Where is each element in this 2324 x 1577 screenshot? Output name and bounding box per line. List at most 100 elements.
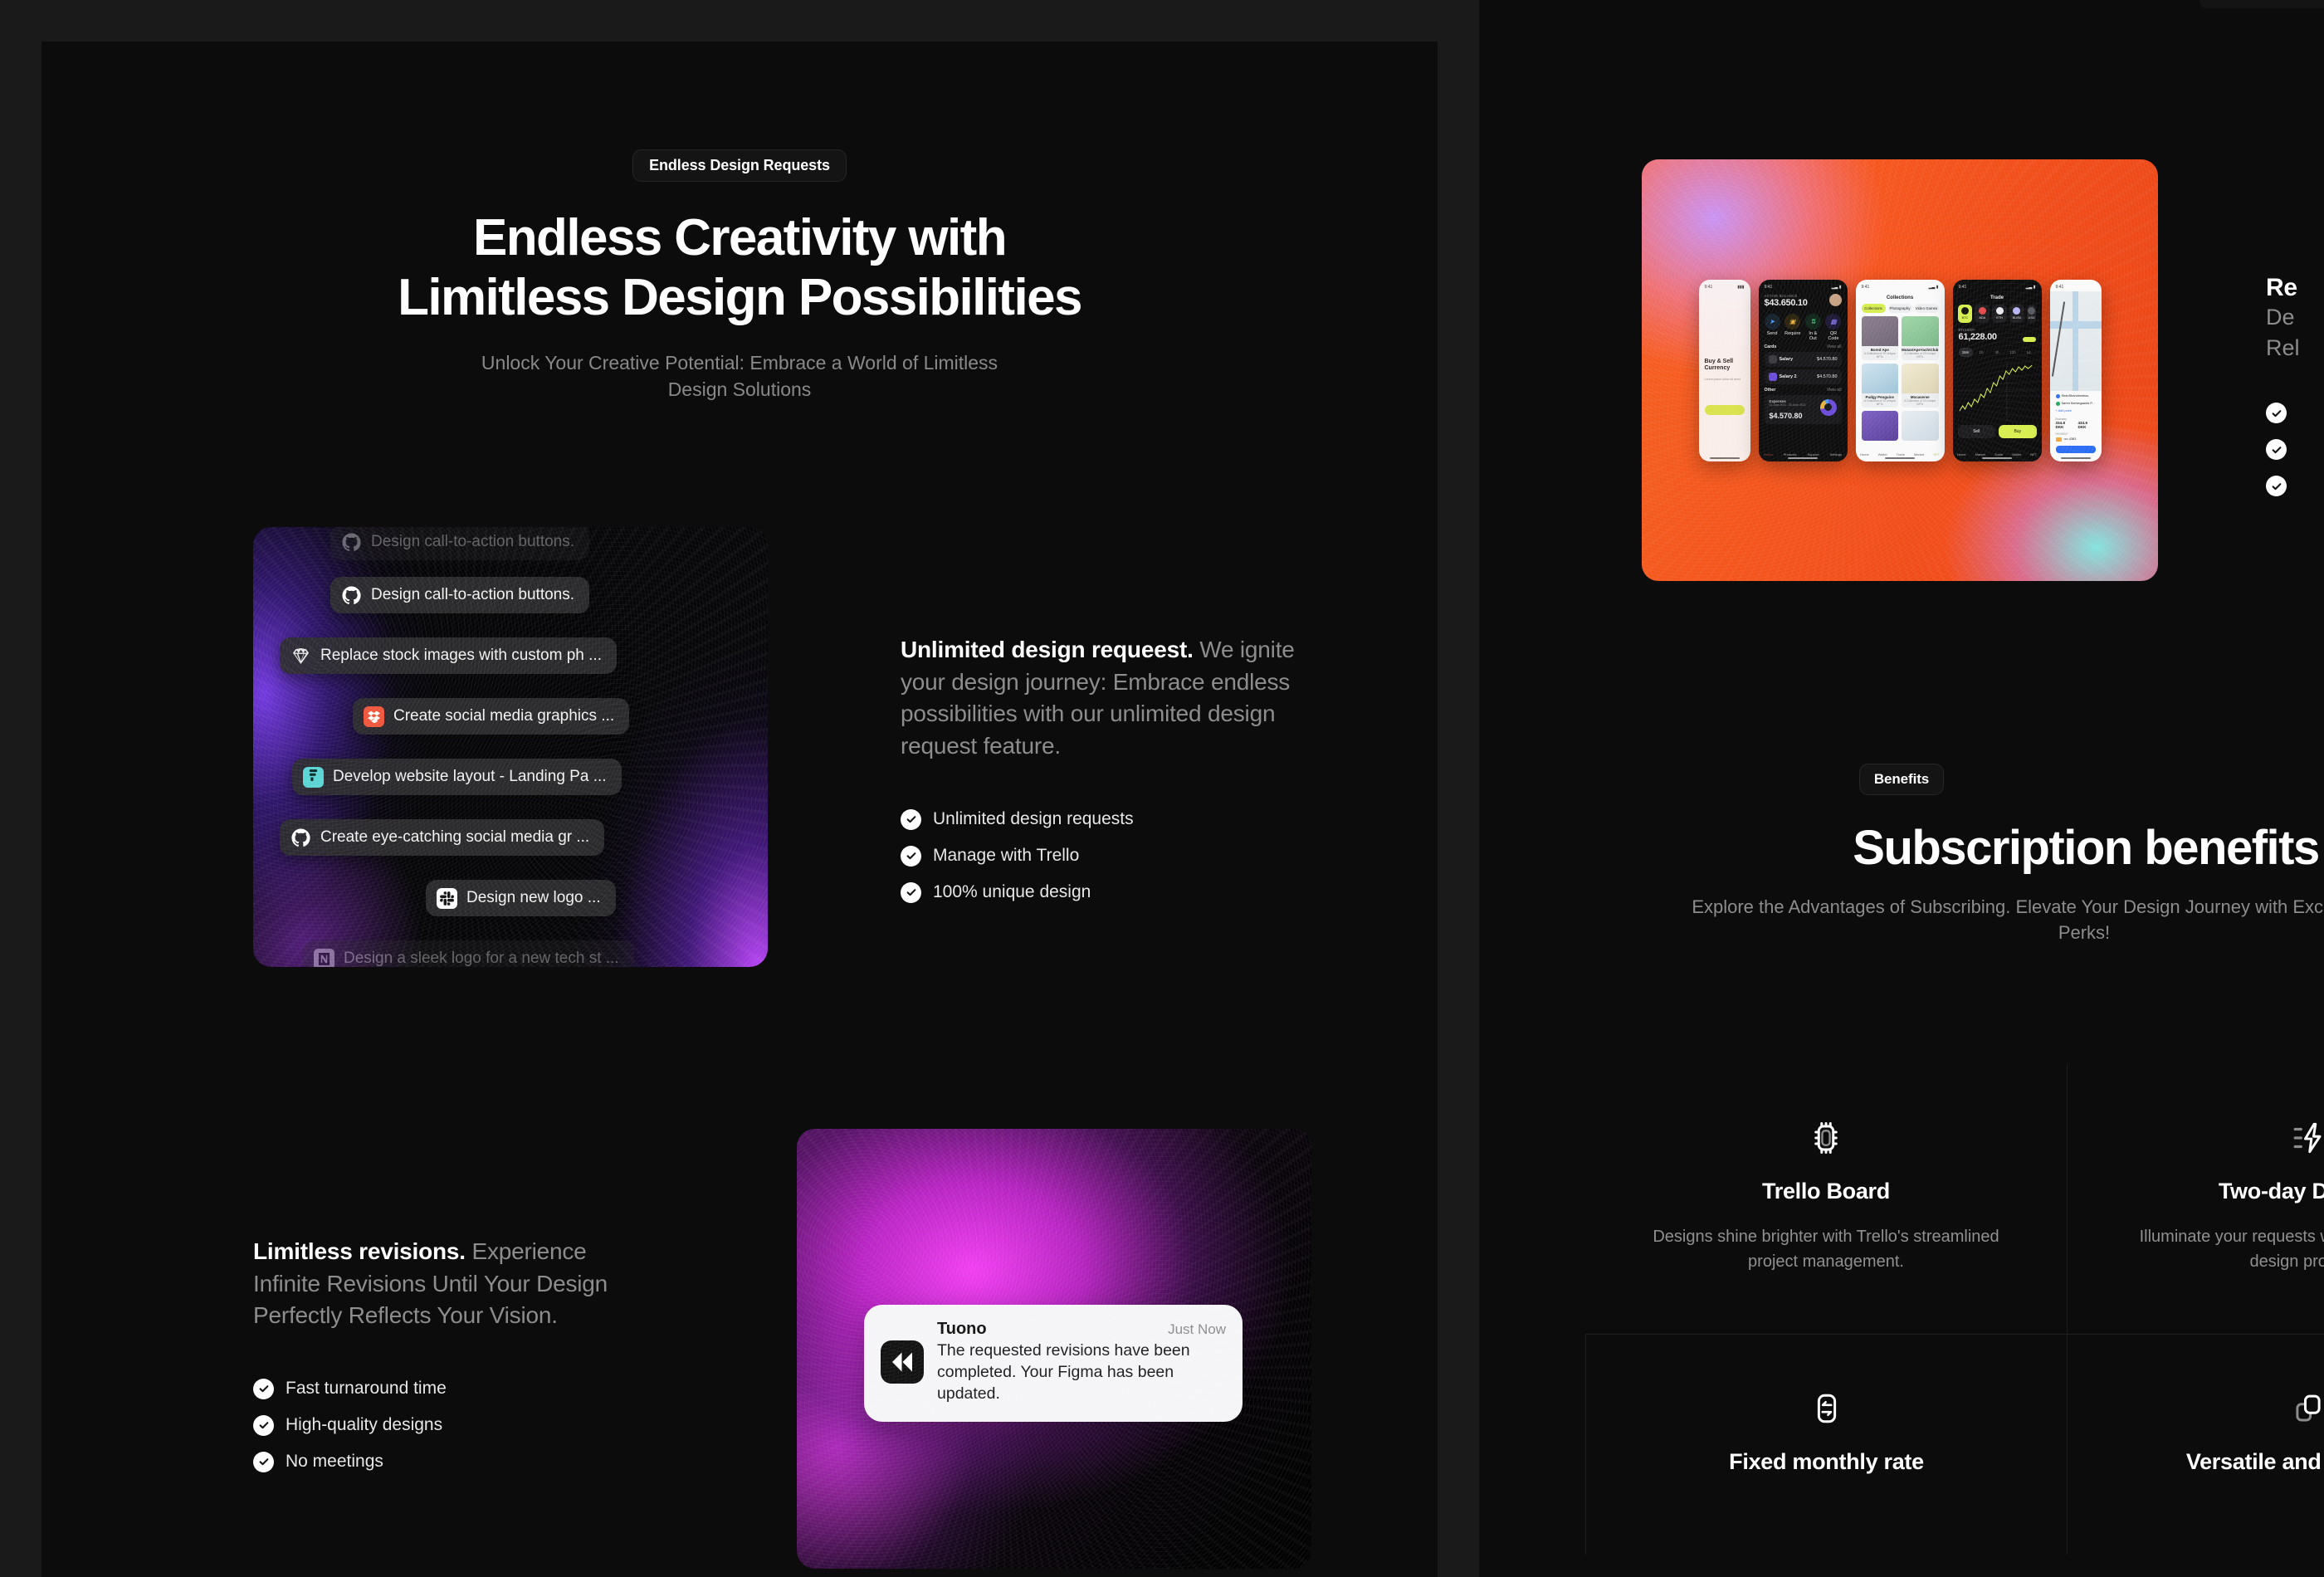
nav-item[interactable]: Home xyxy=(1764,452,1773,456)
range-4h[interactable]: 4h xyxy=(1990,348,2004,357)
nft-card[interactable]: Mocaverse A Collection of 20 Unique NFTs xyxy=(1902,363,1939,408)
benefit-card-trello-board[interactable]: Trello Board Designs shine brighter with… xyxy=(1585,1064,2067,1334)
task-chip-label: Create social media graphics ... xyxy=(393,707,615,725)
list-item: No meetings xyxy=(253,1451,643,1472)
list-item: Unlimited design requests xyxy=(901,808,1332,830)
phone-cta-button[interactable] xyxy=(1704,405,1745,415)
phone-currency: 9:41 ▮▮▮ Buy & Sell Currency Lorem ipsum d… xyxy=(1698,279,1750,461)
nav-item[interactable]: Products xyxy=(1784,452,1797,456)
sell-button[interactable]: Sell xyxy=(1957,424,1995,438)
add-point-button[interactable]: + Add point xyxy=(2056,409,2096,413)
map-point[interactable]: Søren Kierkegaards P... xyxy=(2055,401,2096,406)
feature-one-text: Unlimited design requeest. We ignite you… xyxy=(901,634,1332,903)
map-point[interactable]: StranStrandricebus, xyxy=(2055,393,2096,398)
fare-label: Economy xyxy=(2055,417,2067,421)
benefit-title: Two-day Delivery xyxy=(2218,1179,2324,1204)
coin-ada[interactable]: ADA xyxy=(1975,304,1990,323)
phone-home-indicator xyxy=(1885,457,1915,459)
task-chip[interactable]: Develop website layout - Landing Pa ... xyxy=(292,759,622,795)
cards-label: Cards xyxy=(1764,344,1777,349)
github-icon xyxy=(341,532,362,553)
task-chip[interactable]: Replace stock images with custom ph ... xyxy=(280,637,617,674)
nav-item[interactable]: NFT xyxy=(2030,452,2037,456)
nav-item[interactable]: Home xyxy=(1957,452,1966,456)
left-panel: Endless Design Requests Endless Creativi… xyxy=(42,42,1438,1577)
action-label: QR Code xyxy=(1828,330,1839,341)
nav-item[interactable]: NFT xyxy=(1933,452,1940,456)
action-qr[interactable]: ▦ QR Code xyxy=(1825,313,1842,341)
nav-item[interactable]: Support xyxy=(1808,452,1819,456)
check-circle-icon xyxy=(901,808,921,830)
view-all-link[interactable]: View all xyxy=(1827,344,1842,349)
benefits-badge[interactable]: Benefits xyxy=(1858,764,1945,795)
coin-usd[interactable]: USD xyxy=(2026,304,2037,323)
coin-busd[interactable]: BUSD xyxy=(2009,304,2024,323)
action-send[interactable]: ➤ Send xyxy=(1764,313,1780,341)
status-time: 9:41 xyxy=(1958,284,1967,290)
coin-eth[interactable]: ETH xyxy=(1992,304,2008,323)
nft-card[interactable]: MutantApeYachtClub A Collection of 20 Uni… xyxy=(1902,315,1939,360)
phone-collections: 9:41 ▂▃ ▮ Collections Collections Photogr… xyxy=(1855,279,1945,461)
tab-collections[interactable]: Collections xyxy=(1861,303,1886,313)
nav-item[interactable]: Trade xyxy=(1994,452,2003,456)
phone-currency-title: Buy & Sell Currency xyxy=(1704,358,1734,372)
nav-item[interactable]: Wallet xyxy=(2012,452,2021,456)
nft-card[interactable] xyxy=(1902,410,1939,441)
expenses-card[interactable]: Expenses 01 June 2021 - 30 June 2021 $4.… xyxy=(1764,394,1842,424)
tab-photography[interactable]: Photography xyxy=(1887,303,1912,313)
task-chip[interactable]: Design call-to-action buttons. xyxy=(330,527,590,560)
range-12h[interactable]: 12h xyxy=(2006,348,2020,357)
range-1h[interactable]: 1h xyxy=(1975,348,1989,357)
range-15m[interactable]: 15m xyxy=(1958,347,1973,357)
nav-item[interactable]: Market xyxy=(1975,452,1985,456)
price-chart xyxy=(1957,360,2037,421)
nav-item[interactable]: Settings xyxy=(1830,452,1842,456)
hero-badge[interactable]: Endless Design Requests xyxy=(632,149,847,182)
notification-card[interactable]: Tuono Just Now The requested revisions h… xyxy=(864,1305,1243,1422)
benefits-grid: Trello Board Designs shine brighter with… xyxy=(1585,1064,2324,1555)
map-cta-button[interactable] xyxy=(2055,445,2096,453)
nav-item[interactable]: Wallet xyxy=(1878,452,1887,456)
range-1d[interactable]: 1d xyxy=(2022,348,2036,357)
panel-corner-nub xyxy=(2200,0,2324,8)
card-row[interactable]: Salary $4.570.80 xyxy=(1764,351,1842,367)
nft-card[interactable]: Pudgy Penguins A Collection of 20 Unique … xyxy=(1861,363,1898,408)
phone-home-indicator xyxy=(1709,457,1740,459)
tab-video-games[interactable]: Video Games xyxy=(1914,303,1939,313)
check-circle-icon xyxy=(2266,403,2287,424)
action-require[interactable]: ▣ Require xyxy=(1784,313,1800,341)
task-chip[interactable]: Create eye-catching social media gr ... xyxy=(280,819,605,856)
task-chip-label: Design call-to-action buttons. xyxy=(371,586,575,603)
copy-layers-icon xyxy=(2116,1389,2324,1428)
check-circle-icon xyxy=(253,1451,274,1472)
task-chip[interactable]: Design new logo ... xyxy=(426,880,616,916)
benefit-card-two-day-delivery[interactable]: Two-day Delivery Illuminate your request… xyxy=(2067,1064,2324,1334)
nav-item[interactable]: Market xyxy=(1914,452,1924,456)
buy-button[interactable]: Buy xyxy=(1999,424,2037,438)
view-all-link[interactable]: View all xyxy=(1827,388,1842,393)
card-row[interactable]: Salary 2 $4.570.80 xyxy=(1764,369,1842,384)
payment-card-row[interactable]: •••• 4383 xyxy=(2055,437,2096,442)
nft-card[interactable]: Bored Ape A Collection of 20 Unique NFTs xyxy=(1861,315,1898,360)
task-chip[interactable]: Design call-to-action buttons. xyxy=(330,577,590,613)
phone-status-bar: 9:41 ▂▃ ▮ xyxy=(1953,280,2042,291)
nav-item[interactable]: Home xyxy=(1860,452,1869,456)
map-view[interactable] xyxy=(2049,290,2102,391)
benefit-card-versatile-and-adaptable[interactable]: Versatile and adaptable xyxy=(2067,1334,2324,1555)
task-chip[interactable]: Design a sleek logo for a new tech st ..… xyxy=(303,940,634,967)
feature-two-heading-bold: Limitless revisions. xyxy=(253,1238,466,1264)
check-circle-icon xyxy=(253,1378,274,1399)
action-in-out[interactable]: ⇅ In & Out xyxy=(1804,313,1821,341)
list-item xyxy=(2266,476,2324,497)
benefit-card-fixed-monthly-rate[interactable]: Fixed monthly rate xyxy=(1585,1334,2067,1555)
nft-meta: A Collection of 20 Unique NFTs xyxy=(1863,398,1896,406)
list-item-label: Manage with Trello xyxy=(933,846,1080,865)
phone-bottom-nav: Home Products Support Settings xyxy=(1759,452,1848,456)
nft-card[interactable] xyxy=(1861,410,1898,441)
avatar[interactable] xyxy=(1828,293,1842,306)
card-thumb xyxy=(1768,372,1777,381)
nav-item[interactable]: Trade xyxy=(1897,452,1905,456)
feature-one-heading: Unlimited design requeest. We ignite you… xyxy=(901,634,1332,763)
coin-btc[interactable]: BTC xyxy=(1957,304,1973,323)
task-chip[interactable]: Create social media graphics ... xyxy=(353,698,630,735)
